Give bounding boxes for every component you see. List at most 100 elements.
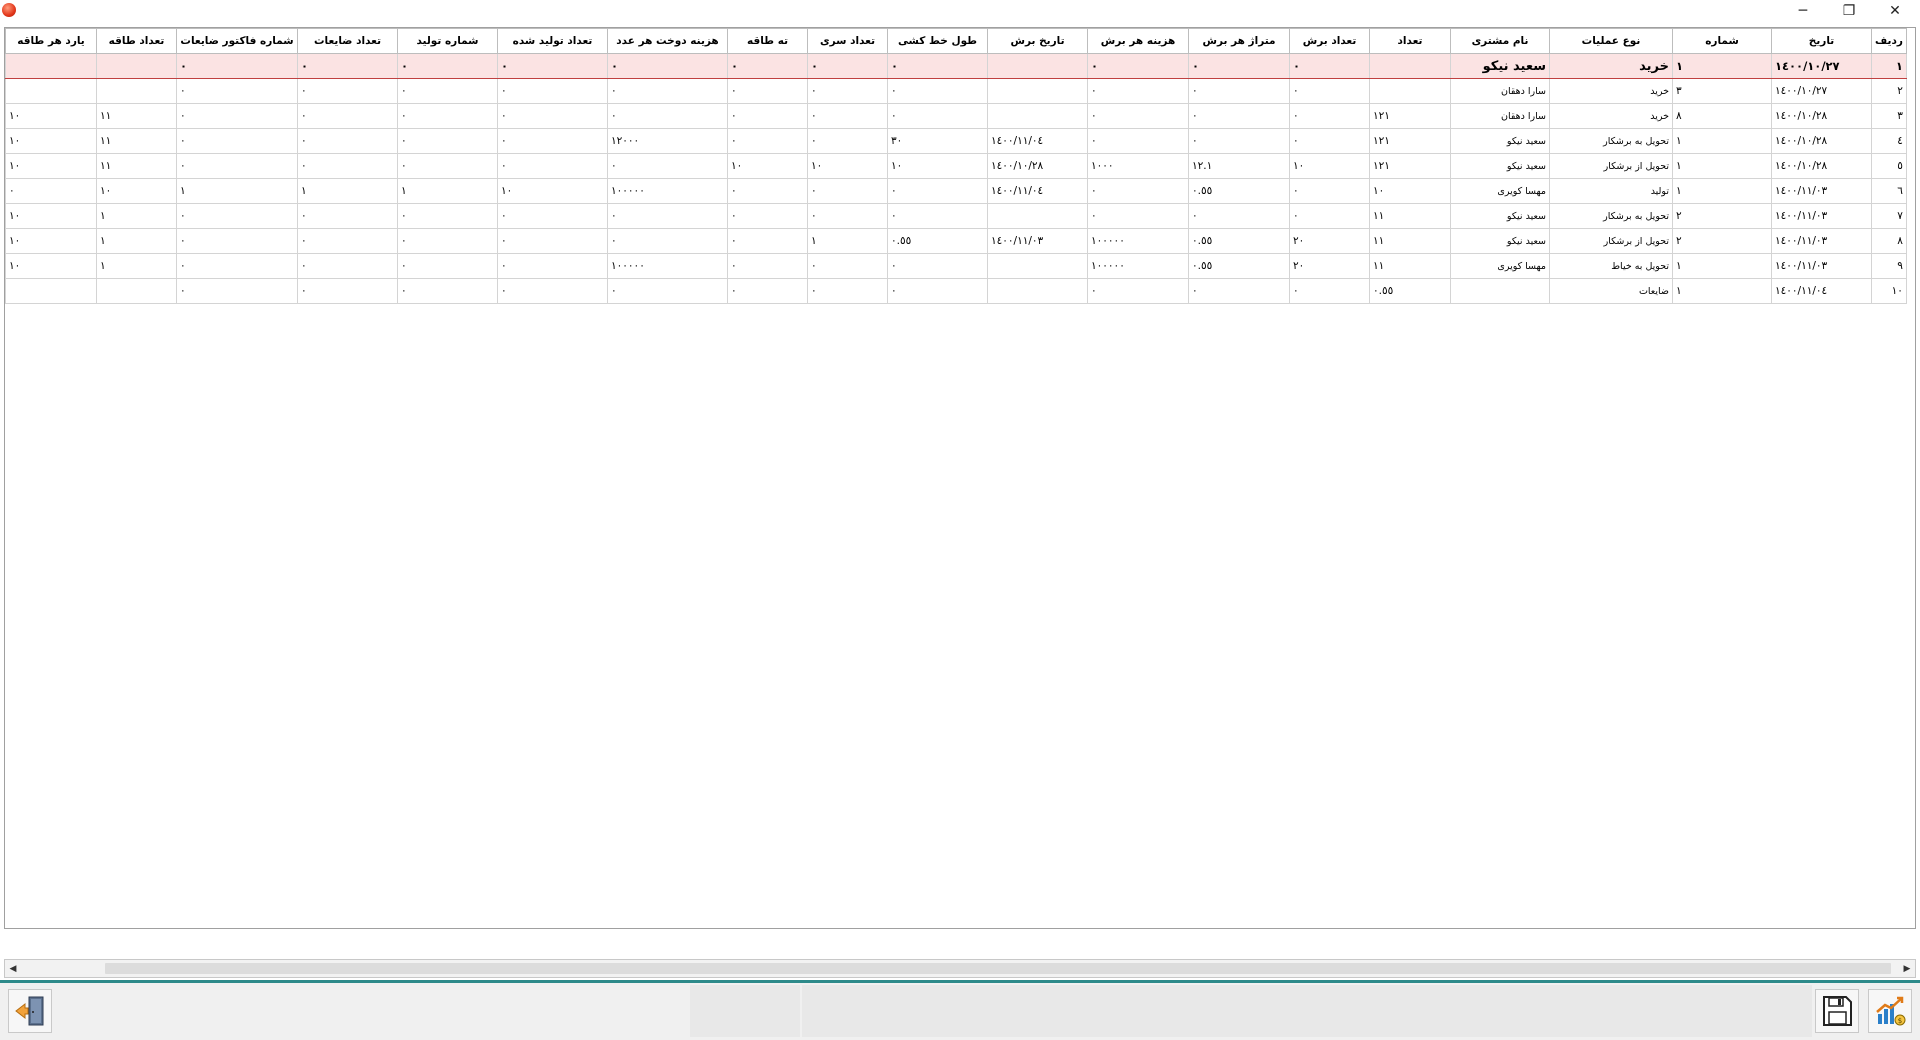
column-header[interactable]: هزینه هر برش [1087, 28, 1189, 54]
table-cell[interactable]: ٠ [807, 78, 888, 104]
table-cell[interactable]: ١٤٠٠/١١/٠٣ [1771, 228, 1872, 254]
table-cell[interactable]: ٠ [176, 253, 298, 279]
table-cell[interactable]: ٠ [1289, 203, 1370, 229]
table-cell[interactable]: ٧ [1871, 203, 1907, 229]
table-cell[interactable]: ٠ [1188, 128, 1290, 154]
table-cell[interactable]: ١ [1672, 178, 1772, 204]
table-cell[interactable]: ٠ [607, 228, 728, 254]
table-cell[interactable]: ١٤٠٠/١٠/٢٨ [1771, 128, 1872, 154]
table-cell[interactable]: ١٤٠٠/١١/٠٤ [987, 178, 1088, 204]
table-cell[interactable]: ٢٠ [1289, 228, 1370, 254]
table-row[interactable]: ٩ ١٤٠٠/١١/٠٣ ١ تحویل به خیاط مهسا کویری ١١ ٢٠ ٠… [5, 253, 1907, 279]
table-cell[interactable]: ٠ [297, 203, 398, 229]
table-cell[interactable]: ١٤٠٠/١٠/٢٧ [1771, 53, 1872, 79]
table-cell[interactable] [1450, 278, 1550, 304]
table-cell[interactable]: خرید [1549, 103, 1673, 129]
table-cell[interactable]: ٠ [1087, 78, 1189, 104]
table-cell[interactable] [96, 278, 177, 304]
table-cell[interactable]: سعید نیکو [1450, 228, 1550, 254]
table-cell[interactable]: ١ [1871, 53, 1907, 79]
table-cell[interactable] [5, 53, 97, 79]
table-cell[interactable]: ٠ [1087, 203, 1189, 229]
save-button[interactable] [1815, 989, 1859, 1033]
table-cell[interactable]: سعید نیکو [1450, 153, 1550, 179]
table-cell[interactable]: ١٢٠٠٠ [607, 128, 728, 154]
table-cell[interactable]: ٠ [1087, 128, 1189, 154]
table-cell[interactable]: ٠.٥٥ [1188, 178, 1290, 204]
table-cell[interactable]: ٠ [497, 53, 608, 79]
table-cell[interactable]: ٢ [1871, 78, 1907, 104]
column-header[interactable]: تعداد [1369, 28, 1451, 54]
table-cell[interactable]: ٠ [807, 53, 888, 79]
table-cell[interactable]: ٠.٥٥ [1369, 278, 1451, 304]
table-cell[interactable]: ٠ [297, 128, 398, 154]
table-cell[interactable]: ٠ [397, 53, 498, 79]
table-cell[interactable]: ١١ [96, 103, 177, 129]
column-header[interactable]: تعداد برش [1289, 28, 1370, 54]
table-cell[interactable]: ١ [807, 228, 888, 254]
table-cell[interactable]: ٠ [1289, 178, 1370, 204]
table-row[interactable]: ٨ ١٤٠٠/١١/٠٣ ٢ تحویل از برشکار سعید نیکو ١١ ٢٠… [5, 228, 1907, 254]
table-cell[interactable]: ٦ [1871, 178, 1907, 204]
table-cell[interactable]: ٠ [397, 153, 498, 179]
table-cell[interactable] [987, 53, 1088, 79]
table-cell[interactable]: ١ [96, 203, 177, 229]
table-cell[interactable]: ٠ [397, 228, 498, 254]
table-cell[interactable] [5, 278, 97, 304]
table-cell[interactable]: ٠ [1188, 103, 1290, 129]
close-button[interactable]: ✕ [1872, 0, 1918, 22]
table-cell[interactable]: ٠ [887, 203, 988, 229]
column-header[interactable]: ردیف [1871, 28, 1907, 54]
horizontal-scrollbar[interactable]: ◀ ▶ [4, 959, 1916, 978]
table-cell[interactable]: ٠ [176, 53, 298, 79]
table-cell[interactable]: ٠ [397, 103, 498, 129]
table-cell[interactable]: ١ [96, 228, 177, 254]
table-cell[interactable]: سعید نیکو [1450, 128, 1550, 154]
table-cell[interactable]: ١٠٠٠٠٠ [1087, 228, 1189, 254]
table-cell[interactable]: ١٠٠٠٠٠ [607, 253, 728, 279]
table-cell[interactable]: ٠.٥٥ [1188, 228, 1290, 254]
table-cell[interactable]: ١ [1672, 278, 1772, 304]
table-cell[interactable]: ٠ [5, 178, 97, 204]
table-cell[interactable]: ٥ [1871, 153, 1907, 179]
table-row[interactable]: ٦ ١٤٠٠/١١/٠٣ ١ تولید مهسا کویری ١٠ ٠ ٠.٥٥ ٠ ١٤٠٠/… [5, 178, 1907, 204]
table-cell[interactable]: ١٤٠٠/١١/٠٤ [1771, 278, 1872, 304]
column-header[interactable]: تعداد سری [807, 28, 888, 54]
table-cell[interactable]: ٠ [176, 128, 298, 154]
table-cell[interactable]: ٠ [1188, 53, 1290, 79]
column-header[interactable]: یارد هر طاقه [5, 28, 97, 54]
table-cell[interactable]: مهسا کویری [1450, 178, 1550, 204]
table-cell[interactable]: ٠ [607, 153, 728, 179]
table-cell[interactable]: تحویل به برشکار [1549, 203, 1673, 229]
table-cell[interactable]: ١ [397, 178, 498, 204]
table-cell[interactable]: ١١ [1369, 253, 1451, 279]
table-cell[interactable]: ١٠٠٠٠٠ [607, 178, 728, 204]
table-row[interactable]: ٣ ١٤٠٠/١٠/٢٨ ٨ خرید سارا دهقان ١٢١ ٠ ٠ ٠ ٠ ٠ ٠ ٠ ٠ ٠ ٠ ٠… [5, 103, 1907, 129]
table-cell[interactable]: ٠ [1087, 53, 1189, 79]
table-cell[interactable]: ٠ [297, 53, 398, 79]
column-header[interactable]: ته طاقه [727, 28, 808, 54]
table-cell[interactable]: تحویل به خیاط [1549, 253, 1673, 279]
table-cell[interactable]: ٠ [176, 278, 298, 304]
table-cell[interactable]: ٠ [607, 53, 728, 79]
table-cell[interactable]: ٠ [497, 103, 608, 129]
table-cell[interactable]: ١٤٠٠/١٠/٢٧ [1771, 78, 1872, 104]
table-row[interactable]: ٢ ١٤٠٠/١٠/٢٧ ٣ خرید سارا دهقان ٠ ٠ ٠ ٠ ٠ ٠ ٠ ٠ ٠ ٠ ٠ [5, 78, 1907, 104]
table-cell[interactable]: سارا دهقان [1450, 103, 1550, 129]
table-cell[interactable]: ١ [96, 253, 177, 279]
column-header[interactable]: نام مشتری [1450, 28, 1550, 54]
table-cell[interactable]: ١ [1672, 253, 1772, 279]
table-cell[interactable]: ٣٠ [887, 128, 988, 154]
table-cell[interactable]: ١٠ [5, 203, 97, 229]
table-cell[interactable]: ١٢١ [1369, 103, 1451, 129]
table-cell[interactable]: ٠ [607, 103, 728, 129]
column-header[interactable]: شماره تولید [397, 28, 498, 54]
table-cell[interactable]: ٠ [497, 253, 608, 279]
table-cell[interactable]: ٠ [297, 253, 398, 279]
table-cell[interactable]: ١ [1672, 128, 1772, 154]
column-header[interactable]: هزینه دوخت هر عدد [607, 28, 728, 54]
table-cell[interactable]: ٨ [1672, 103, 1772, 129]
table-cell[interactable]: ١٤٠٠/١٠/٢٨ [1771, 153, 1872, 179]
table-cell[interactable]: ٠ [297, 153, 398, 179]
report-button[interactable]: $ [1868, 989, 1912, 1033]
